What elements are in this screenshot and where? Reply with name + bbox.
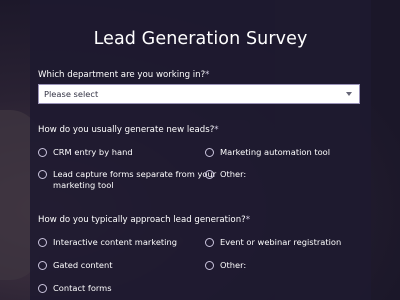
radio-button[interactable] [205, 238, 214, 247]
radio-button[interactable] [205, 170, 214, 179]
radio-option-label: Lead capture forms separate from your ma… [53, 169, 217, 190]
form-title: Lead Generation Survey [93, 29, 308, 49]
question-lead-generation-approach-label: How do you typically approach lead gener… [38, 215, 246, 225]
radio-button[interactable] [38, 284, 47, 293]
radio-option-label: Other: [220, 260, 247, 270]
radio-option-label: Marketing automation tool [220, 147, 331, 157]
department-select[interactable]: Please select [38, 84, 360, 104]
radio-button[interactable] [38, 261, 47, 270]
radio-option-label: Gated content [53, 260, 113, 270]
radio-button[interactable] [38, 170, 47, 179]
required-asterisk: * [205, 70, 210, 80]
required-asterisk: * [245, 215, 250, 225]
radio-option-contact-forms[interactable]: Contact forms [38, 283, 112, 294]
radio-option-other[interactable]: Other: [205, 169, 246, 180]
radio-option-crm-entry[interactable]: CRM entry by hand [38, 147, 133, 158]
radio-option-marketing-automation[interactable]: Marketing automation tool [205, 147, 330, 158]
question-lead-generation-method-label: How do you usually generate new leads? [38, 125, 215, 135]
radio-option-other[interactable]: Other: [205, 260, 246, 271]
question-lead-generation-method: How do you usually generate new leads?* [38, 125, 219, 135]
question-lead-generation-approach: How do you typically approach lead gener… [38, 215, 250, 225]
radio-option-label: Contact forms [53, 283, 112, 293]
question-department-label: Which department are you working in? [38, 70, 206, 80]
radio-button[interactable] [205, 148, 214, 157]
question-department: Which department are you working in?* [38, 70, 209, 80]
radio-option-label: Event or webinar registration [220, 237, 342, 247]
required-asterisk: * [214, 125, 219, 135]
survey-form: Lead Generation Survey Which department … [30, 0, 371, 300]
radio-option-label: CRM entry by hand [53, 147, 133, 157]
radio-option-label: Other: [220, 169, 247, 179]
radio-button[interactable] [205, 261, 214, 270]
radio-option-event-webinar[interactable]: Event or webinar registration [205, 237, 341, 248]
radio-button[interactable] [38, 148, 47, 157]
department-select-value: Please select [44, 89, 99, 99]
radio-option-interactive-content[interactable]: Interactive content marketing [38, 237, 177, 248]
radio-option-label: Interactive content marketing [53, 237, 178, 247]
radio-option-gated-content[interactable]: Gated content [38, 260, 113, 271]
radio-option-lead-capture-forms[interactable]: Lead capture forms separate from your ma… [38, 169, 216, 191]
radio-button[interactable] [38, 238, 47, 247]
chevron-down-icon [346, 92, 352, 96]
